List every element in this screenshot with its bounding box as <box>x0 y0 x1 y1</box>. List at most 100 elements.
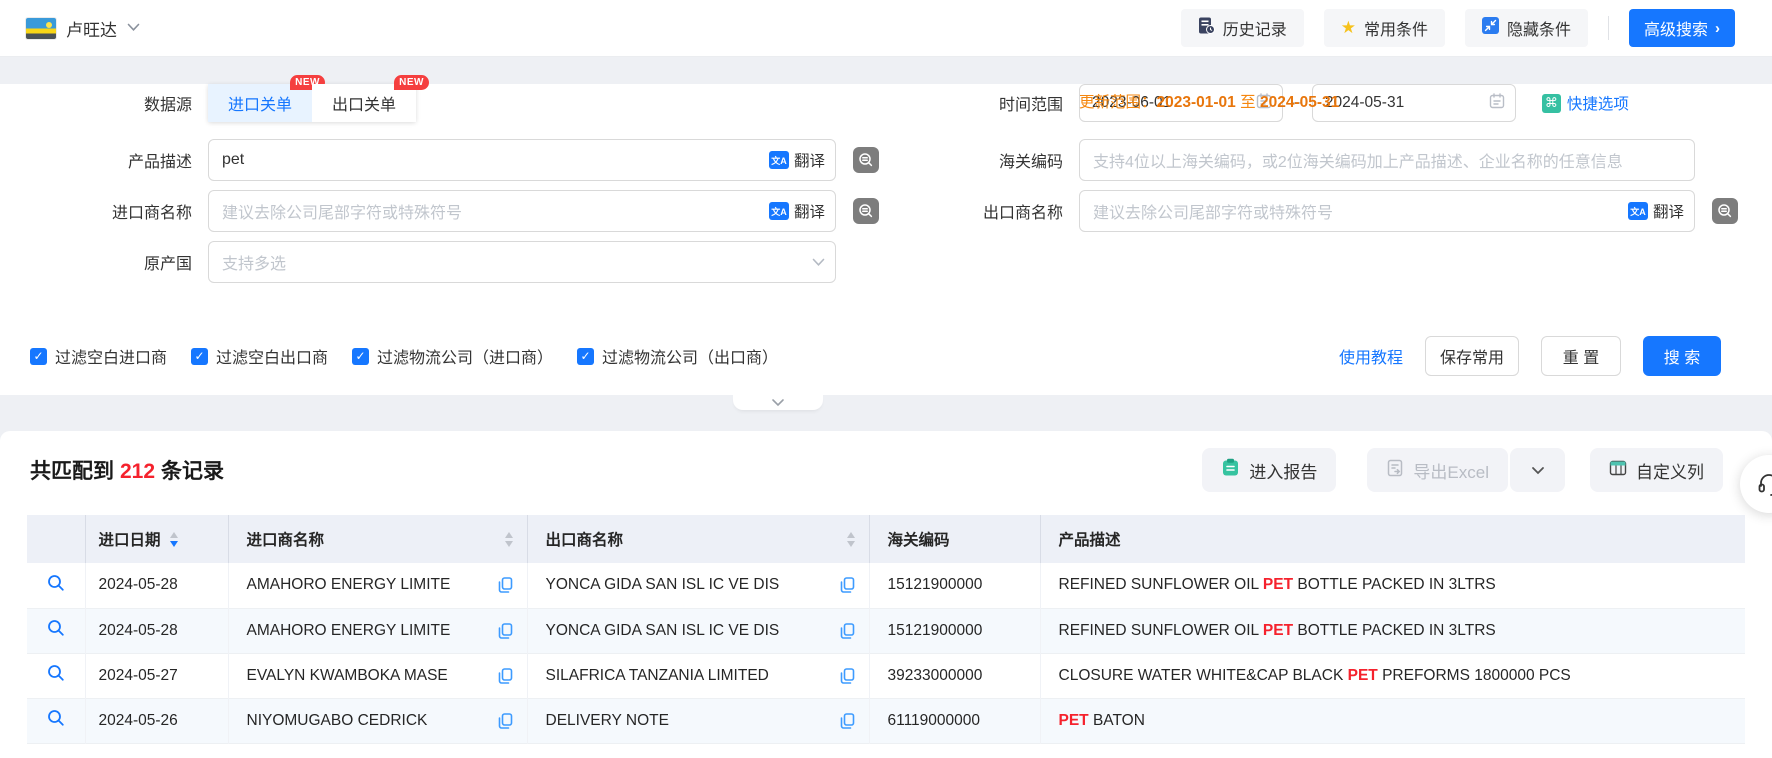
exporter-name-cell: DELIVERY NOTE <box>546 712 669 730</box>
header-hs-code: 海关编码 <box>869 515 1040 563</box>
exporter-name-cell: SILAFRICA TANZANIA LIMITED <box>546 667 769 685</box>
checkbox-checked-icon: ✓ <box>577 348 594 365</box>
header-exporter-name[interactable]: 出口商名称 <box>527 515 869 563</box>
header-importer-name[interactable]: 进口商名称 <box>228 515 527 563</box>
translate-icon: 文A <box>769 202 789 220</box>
date-to-input[interactable]: 2024-05-31 <box>1312 84 1516 122</box>
results-count-title: 共匹配到212条记录 <box>30 455 224 485</box>
history-button[interactable]: 历史记录 <box>1181 9 1304 47</box>
star-icon: ★ <box>1341 18 1356 38</box>
keyword-highlight: PET <box>1059 712 1089 729</box>
chevron-down-icon <box>812 255 825 270</box>
export-icon <box>1386 459 1404 482</box>
hs-code-cell: 61119000000 <box>869 698 1040 743</box>
hide-conditions-button[interactable]: 隐藏条件 <box>1465 9 1588 47</box>
translate-button[interactable]: 文A 翻译 <box>769 200 825 222</box>
reset-button[interactable]: 重 置 <box>1541 336 1621 376</box>
checkbox-filter-logistics-importer[interactable]: ✓ 过滤物流公司（进口商） <box>352 344 553 368</box>
report-icon <box>1221 458 1240 482</box>
copy-icon[interactable] <box>840 577 855 593</box>
sort-icon[interactable] <box>170 532 178 547</box>
origin-country-select[interactable]: 支持多选 <box>208 241 836 283</box>
calendar-icon <box>1489 93 1505 114</box>
quick-options-link[interactable]: ⌘ 快捷选项 <box>1542 92 1629 114</box>
checkbox-filter-logistics-exporter[interactable]: ✓ 过滤物流公司（出口商） <box>577 344 778 368</box>
row-detail-search-icon[interactable] <box>47 664 65 682</box>
checkbox-checked-icon: ✓ <box>30 348 47 365</box>
export-excel-button[interactable]: 导出Excel <box>1367 448 1508 492</box>
importer-input[interactable]: 建议去除公司尾部字符或特殊符号 文A 翻译 <box>208 190 836 232</box>
exporter-name-cell: YONCA GIDA SAN ISL IC VE DIS <box>546 622 780 640</box>
row-detail-search-icon[interactable] <box>47 709 65 727</box>
sort-icon[interactable] <box>847 532 855 547</box>
save-favorite-button[interactable]: 保存常用 <box>1425 336 1519 376</box>
product-desc-label: 产品描述 <box>0 148 192 172</box>
copy-icon[interactable] <box>498 577 513 593</box>
translate-icon: 文A <box>769 151 789 169</box>
new-badge: NEW <box>394 75 429 90</box>
importer-name-cell: NIYOMUGABO CEDRICK <box>247 712 428 730</box>
columns-icon <box>1609 459 1627 482</box>
country-selector[interactable]: 卢旺达 <box>26 16 140 41</box>
hs-code-label: 海关编码 <box>896 148 1063 172</box>
header-row-action <box>27 515 85 563</box>
product-desc-input[interactable]: pet 文A 翻译 <box>208 139 836 181</box>
search-panel: 更新范围：2023-01-01 至 2024-05-31 数据源 进口关单 NE… <box>0 84 1772 395</box>
data-source-tabs: 进口关单 NEW 出口关单 NEW <box>208 84 416 122</box>
tab-export-declarations[interactable]: 出口关单 NEW <box>312 84 416 122</box>
hs-code-cell: 15121900000 <box>869 608 1040 653</box>
history-icon <box>1198 17 1215 39</box>
divider <box>1608 16 1609 40</box>
copy-icon[interactable] <box>840 668 855 684</box>
keyword-highlight: PET <box>1348 667 1378 684</box>
import-date-cell: 2024-05-28 <box>85 563 228 608</box>
row-detail-search-icon[interactable] <box>47 574 65 592</box>
chevron-down-icon <box>127 21 140 35</box>
exporter-name-cell: YONCA GIDA SAN ISL IC VE DIS <box>546 576 780 594</box>
advanced-search-button[interactable]: 高级搜索 › <box>1629 9 1735 47</box>
top-actions: 历史记录 ★ 常用条件 隐藏条件 高级搜索 › <box>1181 9 1735 47</box>
row-detail-search-icon[interactable] <box>47 619 65 637</box>
checkbox-checked-icon: ✓ <box>352 348 369 365</box>
panel-gap <box>0 395 1772 431</box>
export-dropdown-button[interactable] <box>1510 448 1565 492</box>
fuzzy-match-toggle-icon[interactable] <box>1712 198 1738 224</box>
translate-button[interactable]: 文A 翻译 <box>769 149 825 171</box>
table-row: 2024-05-27 EVALYN KWAMBOKA MASE SILAFRIC… <box>27 653 1745 698</box>
copy-icon[interactable] <box>498 623 513 639</box>
custom-columns-button[interactable]: 自定义列 <box>1590 448 1723 492</box>
hs-code-cell: 15121900000 <box>869 563 1040 608</box>
fuzzy-match-toggle-icon[interactable] <box>853 198 879 224</box>
translate-icon: 文A <box>1628 202 1648 220</box>
tab-import-declarations[interactable]: 进口关单 NEW <box>208 84 312 122</box>
enter-report-button[interactable]: 进入报告 <box>1202 448 1336 492</box>
search-button[interactable]: 搜 索 <box>1643 336 1721 376</box>
data-source-label: 数据源 <box>0 91 192 115</box>
checkbox-filter-blank-importer[interactable]: ✓ 过滤空白进口商 <box>30 344 167 368</box>
favorites-button[interactable]: ★ 常用条件 <box>1324 9 1445 47</box>
copy-icon[interactable] <box>840 713 855 729</box>
hs-code-cell: 39233000000 <box>869 653 1040 698</box>
copy-icon[interactable] <box>498 668 513 684</box>
copy-icon[interactable] <box>498 713 513 729</box>
fuzzy-match-toggle-icon[interactable] <box>853 147 879 173</box>
tutorial-link[interactable]: 使用教程 <box>1339 344 1403 368</box>
product-desc-cell: CLOSURE WATER WHITE&CAP BLACK PET PREFOR… <box>1040 653 1745 698</box>
hs-code-input[interactable]: 支持4位以上海关编码，或2位海关编码加上产品描述、企业名称的任意信息 <box>1079 139 1695 181</box>
import-date-cell: 2024-05-26 <box>85 698 228 743</box>
table-row: 2024-05-28 AMAHORO ENERGY LIMITE YONCA G… <box>27 563 1745 608</box>
results-table: 进口日期 进口商名称 出口商名称 海关编码 产品描述 2024-05-28 <box>27 515 1745 744</box>
copy-icon[interactable] <box>840 623 855 639</box>
importer-label: 进口商名称 <box>0 199 192 223</box>
exporter-input[interactable]: 建议去除公司尾部字符或特殊符号 文A 翻译 <box>1079 190 1695 232</box>
collapse-panel-tab[interactable] <box>733 394 823 410</box>
keyword-highlight: PET <box>1263 622 1293 639</box>
import-date-cell: 2024-05-28 <box>85 608 228 653</box>
header-import-date[interactable]: 进口日期 <box>85 515 228 563</box>
checkbox-filter-blank-exporter[interactable]: ✓ 过滤空白出口商 <box>191 344 328 368</box>
product-desc-cell: PET BATON <box>1040 698 1745 743</box>
translate-button[interactable]: 文A 翻译 <box>1628 200 1684 222</box>
keyword-highlight: PET <box>1263 576 1293 593</box>
sort-icon[interactable] <box>505 532 513 547</box>
command-icon: ⌘ <box>1542 94 1561 113</box>
